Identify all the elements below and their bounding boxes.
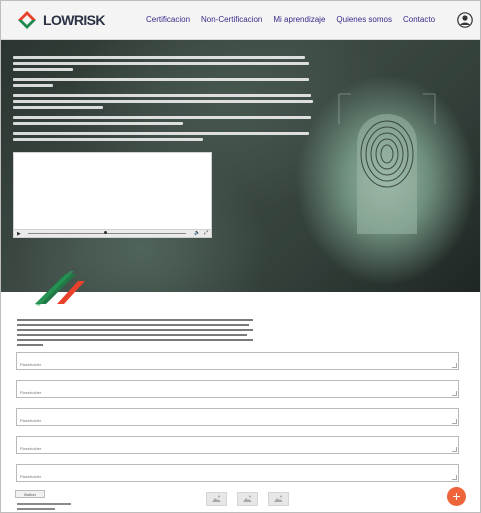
image-icon [274,495,283,502]
image-icon [243,495,252,502]
fingerprint-scan-icon [338,93,436,234]
logo-mark-icon [18,11,36,29]
form-field-5[interactable] [16,464,459,485]
resize-grip-icon[interactable] [452,391,457,396]
image-thumbnails [206,492,289,506]
form-field-2[interactable] [16,380,459,401]
form-field-4[interactable] [16,436,459,457]
accent-stripes-graphic [35,271,85,306]
resize-grip-icon[interactable] [452,363,457,368]
resize-grip-icon[interactable] [452,447,457,452]
hero-banner: ▶ 🔈 ⤢ [1,40,480,292]
form-field-1[interactable] [16,352,459,373]
form-input-2[interactable] [17,384,458,401]
footer-text [17,503,77,512]
fullscreen-icon[interactable]: ⤢ [204,230,208,236]
logo-text: LOWRISK [43,12,106,28]
brand-logo[interactable]: LOWRISK [17,10,109,30]
video-player[interactable]: ▶ 🔈 ⤢ [13,152,212,238]
volume-icon[interactable]: 🔈 [194,230,200,236]
form-input-4[interactable] [17,440,458,457]
main-nav: Certificacion Non-Certificacion Mi apren… [146,15,446,24]
nav-contacto[interactable]: Contacto [403,15,435,24]
resize-grip-icon[interactable] [452,419,457,424]
page-frame: LOWRISK Certificacion Non-Certificacion … [0,0,481,513]
add-fab-button[interactable]: + [447,487,466,506]
video-seek-track[interactable] [28,233,186,234]
form-input-1[interactable] [17,356,458,373]
play-icon[interactable]: ▶ [17,231,21,237]
resize-grip-icon[interactable] [452,475,457,480]
nav-mi-aprendizaje[interactable]: Mi aprendizaje [273,15,325,24]
hero-text-block [13,56,313,144]
nav-non-certificacion[interactable]: Non-Certificacion [201,15,262,24]
image-icon [212,495,221,502]
video-controls: ▶ 🔈 ⤢ [14,229,211,237]
image-placeholder-2[interactable] [237,492,258,506]
intro-paragraph [17,319,257,349]
form-field-3[interactable] [16,408,459,429]
submit-button[interactable]: Button [15,490,45,498]
image-placeholder-3[interactable] [268,492,289,506]
image-placeholder-1[interactable] [206,492,227,506]
nav-quienes-somos[interactable]: Quienes somos [336,15,392,24]
nav-certificacion[interactable]: Certificacion [146,15,190,24]
top-navbar: LOWRISK Certificacion Non-Certificacion … [1,1,480,40]
user-circle-icon[interactable] [457,12,473,28]
form-input-3[interactable] [17,412,458,429]
form-input-5[interactable] [17,468,458,485]
